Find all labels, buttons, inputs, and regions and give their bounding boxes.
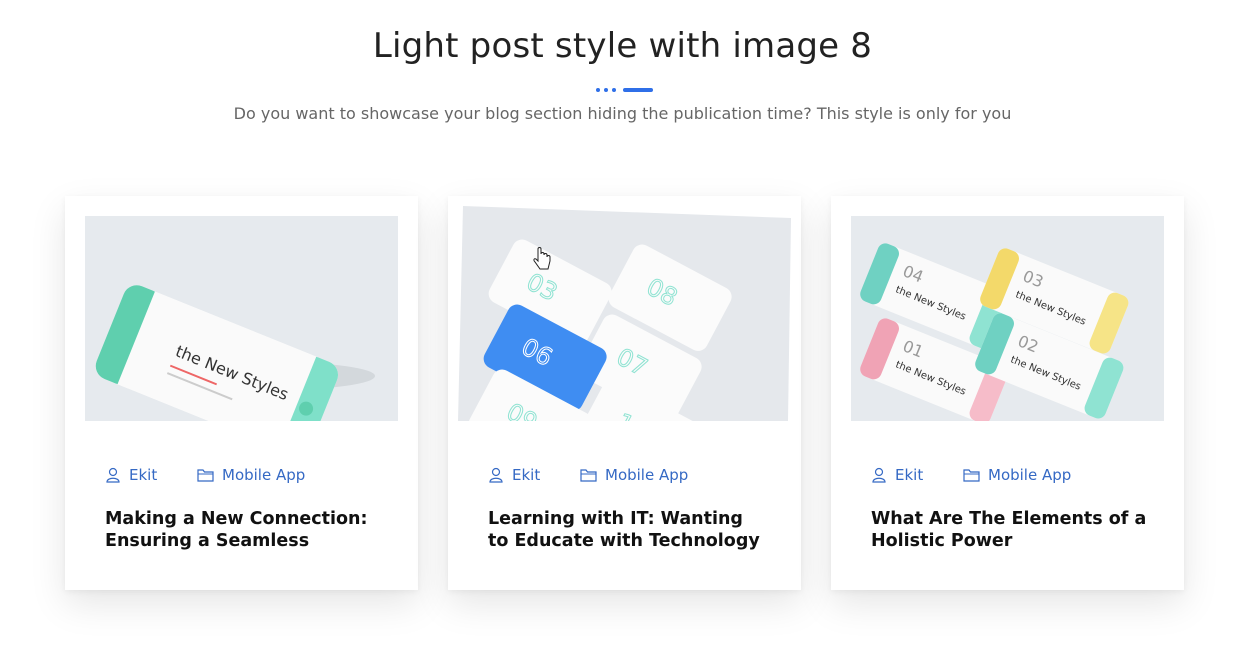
category-link[interactable]: Mobile App (580, 466, 688, 484)
author-link[interactable]: Ekit (871, 466, 923, 484)
folder-icon (580, 469, 597, 482)
category-link[interactable]: Mobile App (197, 466, 305, 484)
post-card-2: 03 08 07 06 09 10 Ekit Mobile App Learni… (448, 196, 801, 590)
divider-dot (596, 88, 600, 92)
category-name: Mobile App (988, 466, 1072, 484)
post-meta: Ekit Mobile App (488, 466, 768, 486)
divider-dot (604, 88, 608, 92)
floating-phones-image[interactable]: 04 the New Styles 03 the New Styles 01 the … (851, 216, 1164, 421)
post-meta: Ekit Mobile App (871, 466, 1151, 486)
category-name: Mobile App (605, 466, 689, 484)
phones-grid-image[interactable]: 03 08 07 06 09 10 (458, 206, 791, 421)
section-subtitle: Do you want to showcase your blog sectio… (233, 104, 1012, 123)
user-icon (872, 467, 886, 483)
category-link[interactable]: Mobile App (963, 466, 1071, 484)
folder-icon (197, 469, 214, 482)
divider-bar (623, 88, 653, 92)
author-name: Ekit (512, 466, 541, 484)
phone-mockup-image[interactable]: the New Styles (85, 216, 398, 421)
author-link[interactable]: Ekit (488, 466, 540, 484)
post-card-1: the New Styles Ekit Mobile App Making a … (65, 196, 418, 590)
user-icon (489, 467, 503, 483)
author-name: Ekit (129, 466, 158, 484)
folder-icon (963, 469, 980, 482)
author-link[interactable]: Ekit (105, 466, 157, 484)
post-title[interactable]: Learning with IT: Wanting to Educate wit… (488, 508, 768, 552)
post-meta: Ekit Mobile App (105, 466, 385, 486)
post-title[interactable]: What Are The Elements of a Holistic Powe… (871, 508, 1151, 552)
category-name: Mobile App (222, 466, 306, 484)
user-icon (106, 467, 120, 483)
divider-dot (612, 88, 616, 92)
section-title: Light post style with image 8 (372, 26, 873, 66)
post-title[interactable]: Making a New Connection: Ensuring a Seam… (105, 508, 385, 552)
title-divider (596, 87, 656, 93)
author-name: Ekit (895, 466, 924, 484)
post-card-3: 04 the New Styles 03 the New Styles 01 the … (831, 196, 1184, 590)
